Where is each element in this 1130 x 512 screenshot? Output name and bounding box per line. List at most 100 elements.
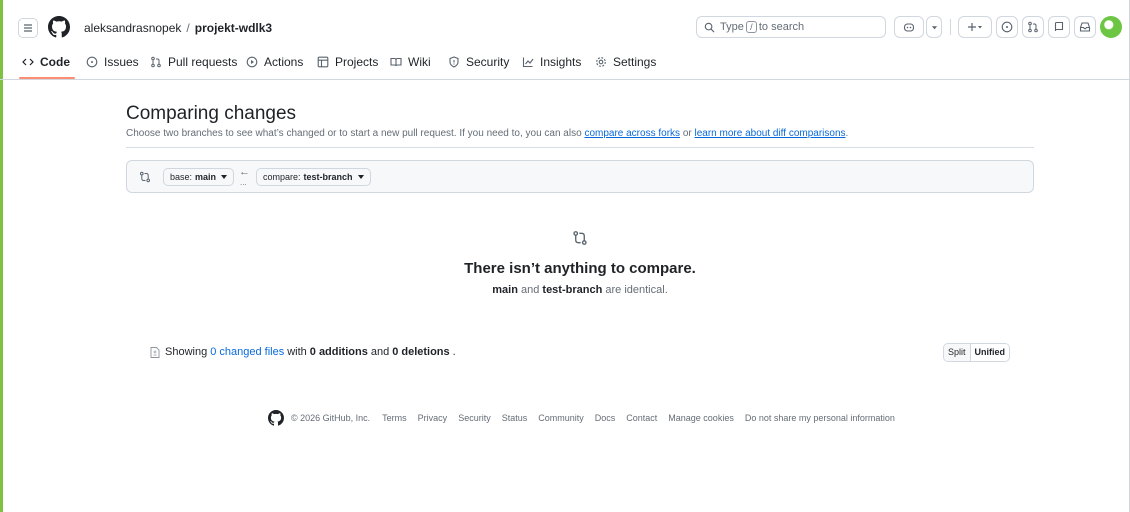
blankslate-title: There isn’t anything to compare. [464,260,696,277]
compare-branch-name: test-branch [303,172,353,182]
pull-request-icon [151,56,161,68]
copilot-icon [903,23,915,32]
table-icon [317,56,329,68]
footer-link-community[interactable]: Community [538,413,584,423]
blankslate-tail: are identical. [605,284,668,296]
github-logo-icon[interactable] [268,410,284,426]
chevron-down-icon [221,175,228,179]
tab-actions[interactable]: Actions [246,55,303,69]
file-diff-icon [150,346,160,358]
code-icon [22,58,34,66]
create-new-button[interactable] [958,16,992,38]
tab-wiki-label: Wiki [408,55,431,69]
subtitle-or: or [682,128,692,139]
tab-code-label: Code [40,55,70,69]
footer-link-do-not-share[interactable]: Do not share my personal information [745,413,895,423]
diff-view-toggle: Split Unified [943,343,1011,362]
blankslate-description: main and test-branch are identical. [0,284,1130,296]
tab-pull-requests[interactable]: Pull requests [150,55,237,69]
tab-issues[interactable]: Issues [86,55,139,69]
tab-settings[interactable]: Settings [595,55,656,69]
page-title: Comparing changes [126,103,297,124]
footer-link-docs[interactable]: Docs [595,413,616,423]
base-branch-name: main [195,172,217,182]
search-input[interactable]: Type / to search [696,16,886,38]
tab-insights[interactable]: Insights [522,55,581,69]
tab-issues-label: Issues [104,55,139,69]
footer-link-security[interactable]: Security [458,413,491,423]
summary-with: with [287,346,307,358]
breadcrumb-owner[interactable]: aleksandrasnopek [84,21,181,35]
compare-across-forks-link[interactable]: compare across forks [584,128,680,139]
hamburger-icon [24,24,32,32]
repo-nav: Code Issues Pull requests Actions Projec… [0,46,1130,80]
blankslate-and: and [520,284,540,296]
menu-button[interactable] [18,18,38,38]
issue-icon [86,56,98,68]
tab-security-label: Security [466,55,510,69]
tab-wiki[interactable]: Wiki [390,55,431,69]
tab-projects[interactable]: Projects [317,55,378,69]
chevron-down-icon [357,175,364,179]
play-icon [246,56,258,68]
issue-opened-icon [1001,21,1013,33]
learn-more-link[interactable]: learn more about diff comparisons [695,128,846,139]
search-placeholder-suffix: to search [758,21,805,33]
footer-link-terms[interactable]: Terms [382,413,407,423]
global-header: aleksandrasnopek / projekt-wdlk3 Type / to… [8,10,1130,46]
git-pull-request-icon [1028,21,1038,33]
page-subtitle: Choose two branches to see what’s change… [126,128,848,139]
github-logo-icon[interactable] [48,16,70,38]
user-avatar[interactable] [1100,16,1122,38]
additions-count: 0 additions [309,346,368,358]
tab-actions-label: Actions [264,55,304,69]
repo-icon [1054,21,1064,31]
divider [126,147,1034,148]
breadcrumb: aleksandrasnopek / projekt-wdlk3 [84,21,272,35]
issues-button[interactable] [996,16,1018,38]
diff-summary: Showing 0 changed files with 0 additions… [150,346,456,358]
footer-link-manage-cookies[interactable]: Manage cookies [668,413,734,423]
subtitle-text: Choose two branches to see what’s change… [126,128,582,139]
tab-settings-label: Settings [613,55,657,69]
footer-link-contact[interactable]: Contact [626,413,657,423]
active-tab-indicator [19,77,75,79]
footer-link-privacy[interactable]: Privacy [418,413,448,423]
git-compare-icon [573,231,587,245]
compare-branch-prefix: compare: [263,172,301,182]
book-icon [390,57,402,67]
tab-code[interactable]: Code [22,55,70,69]
search-icon [704,22,715,32]
unified-view-button[interactable]: Unified [970,344,1010,361]
split-view-button[interactable]: Split [944,344,971,361]
tab-projects-label: Projects [335,55,379,69]
breadcrumb-repo[interactable]: projekt-wdlk3 [195,21,272,35]
range-dots: ... [240,178,247,187]
range-editor: base: main ← ... compare: test-branch [126,160,1034,193]
summary-and: and [370,346,390,358]
footer-link-status[interactable]: Status [502,413,528,423]
branch-b-name: test-branch [542,284,603,296]
copilot-dropdown-button[interactable] [926,16,942,38]
tab-insights-label: Insights [540,55,582,69]
shield-icon [449,56,459,68]
triangle-down-icon [931,25,937,29]
compare-branch-select[interactable]: compare: test-branch [256,168,371,186]
repositories-button[interactable] [1048,16,1070,38]
plus-icon [968,23,982,31]
subtitle-end: . [845,128,849,139]
copilot-button[interactable] [894,16,924,38]
gear-icon [596,57,606,67]
changed-files-link[interactable]: 0 changed files [210,346,284,358]
inbox-icon [1079,22,1091,32]
pull-requests-button[interactable] [1022,16,1044,38]
breadcrumb-separator: / [186,21,190,35]
summary-showing: Showing [165,346,208,358]
summary-end: . [452,346,456,358]
search-placeholder-prefix: Type [720,21,744,33]
tab-security[interactable]: Security [448,55,509,69]
deletions-count: 0 deletions [392,346,450,358]
footer-copyright: © 2026 GitHub, Inc. [291,413,371,423]
base-branch-select[interactable]: base: main [163,168,235,186]
inbox-button[interactable] [1074,16,1096,38]
